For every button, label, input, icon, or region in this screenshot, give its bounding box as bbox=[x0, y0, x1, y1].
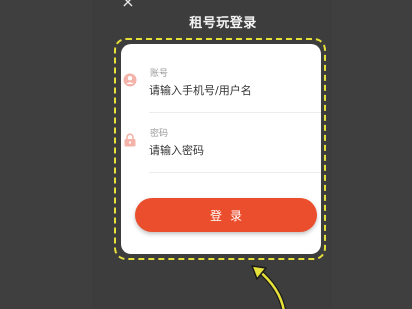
account-input[interactable] bbox=[149, 84, 317, 97]
password-label: 密码 bbox=[150, 129, 169, 139]
user-icon bbox=[123, 72, 137, 87]
login-button[interactable]: 登录 bbox=[135, 198, 317, 232]
backdrop-right bbox=[332, 0, 412, 309]
password-divider bbox=[149, 172, 321, 173]
password-input[interactable] bbox=[149, 144, 317, 157]
page-title: 租号玩登录 bbox=[189, 16, 257, 31]
backdrop-left bbox=[0, 0, 92, 309]
close-button[interactable]: × bbox=[118, 0, 138, 12]
login-screen: × 租号玩登录 账号 密码 bbox=[0, 0, 412, 309]
account-divider bbox=[149, 112, 321, 113]
account-label: 账号 bbox=[150, 69, 169, 79]
pointer-arrow-icon bbox=[251, 265, 287, 309]
lock-icon bbox=[123, 132, 137, 147]
